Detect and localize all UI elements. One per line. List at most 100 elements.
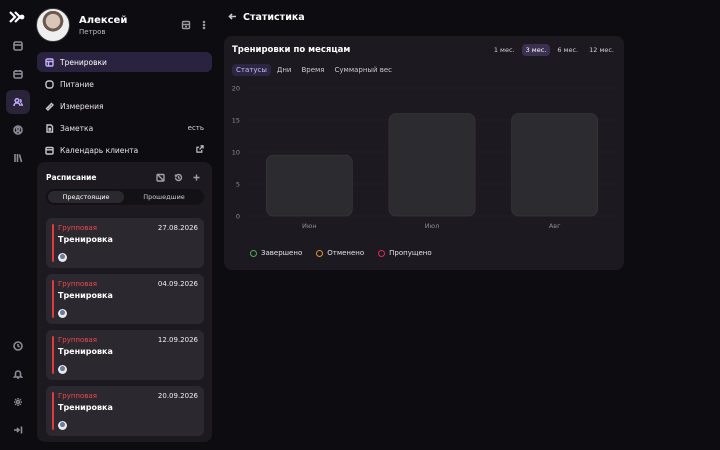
check-circle-icon xyxy=(250,249,257,257)
schedule-panel: Расписание Предстоящие Прошедшие Группов… xyxy=(37,162,212,442)
x-tick-label: Июн xyxy=(302,222,317,230)
y-tick-label: 5 xyxy=(236,181,240,189)
avatar xyxy=(58,365,67,374)
history-icon[interactable] xyxy=(174,173,183,182)
schedule-card[interactable]: Групповая Тренировка 20.09.2026 xyxy=(46,386,204,436)
period-1-month[interactable]: 1 мес. xyxy=(490,44,519,56)
client-menu: Тренировки Питание Измерения Заметка ест… xyxy=(37,52,212,162)
apple-icon xyxy=(45,79,54,89)
library-icon[interactable] xyxy=(6,146,30,170)
tab-past[interactable]: Прошедшие xyxy=(126,191,202,203)
ruler-icon xyxy=(45,102,54,111)
logout-icon[interactable] xyxy=(6,418,30,442)
dumbbell-icon xyxy=(45,57,54,67)
card-accent xyxy=(52,392,54,430)
minus-circle-icon xyxy=(316,249,324,257)
menu-item-client-calendar[interactable]: Календарь клиента xyxy=(37,140,212,160)
y-tick-label: 20 xyxy=(232,85,240,93)
card-type: Групповая xyxy=(58,224,97,232)
card-accent xyxy=(52,336,54,374)
schedule-card[interactable]: Групповая Тренировка 12.09.2026 xyxy=(46,330,204,380)
chart-legend: Завершено Отменено Пропущено xyxy=(250,249,432,257)
schedule-card[interactable]: Групповая Тренировка 27.08.2026 xyxy=(46,218,204,268)
avatar[interactable] xyxy=(36,8,70,42)
bar[interactable] xyxy=(388,113,476,217)
card-title: Тренировка xyxy=(58,403,113,412)
client-profile: Алексей Петров xyxy=(36,8,212,44)
card-date: 12.09.2026 xyxy=(157,336,198,344)
more-vertical-icon[interactable] xyxy=(199,20,209,30)
archive-icon[interactable] xyxy=(181,20,191,30)
card-type: Групповая xyxy=(58,336,97,344)
legend-label: Завершено xyxy=(261,249,303,257)
clients-icon[interactable] xyxy=(6,90,30,114)
x-tick-label: Июл xyxy=(425,222,440,230)
card-date: 20.09.2026 xyxy=(157,392,198,400)
calendar-off-icon[interactable] xyxy=(156,173,165,182)
note-icon xyxy=(45,123,54,133)
add-icon[interactable] xyxy=(192,173,201,182)
settings-icon[interactable] xyxy=(6,390,30,414)
icon-rail xyxy=(0,0,32,450)
monthly-trainings-chart: 0 5 10 15 20 Июн Июл Авг xyxy=(232,85,616,230)
stats-title: Тренировки по месяцам xyxy=(232,45,351,55)
y-tick-label: 15 xyxy=(232,117,240,125)
menu-item-nutrition[interactable]: Питание xyxy=(37,74,212,94)
x-circle-icon xyxy=(378,249,386,257)
period-selector: 1 мес. 3 мес. 6 мес. 12 мес. xyxy=(490,44,618,56)
back-arrow-icon[interactable] xyxy=(228,12,237,23)
calendar-icon[interactable] xyxy=(6,62,30,86)
menu-item-label: Измерения xyxy=(60,101,104,111)
schedule-card[interactable]: Групповая Тренировка 04.09.2026 xyxy=(46,274,204,324)
legend-completed[interactable]: Завершено xyxy=(250,249,302,257)
y-tick-label: 10 xyxy=(232,149,240,157)
tab-statuses[interactable]: Статусы xyxy=(232,64,271,76)
tab-time[interactable]: Время xyxy=(297,64,328,76)
legend-label: Пропущено xyxy=(389,249,432,257)
period-6-months[interactable]: 6 мес. xyxy=(553,44,582,56)
avatar xyxy=(58,253,67,262)
bar[interactable] xyxy=(265,154,353,217)
menu-item-trainings[interactable]: Тренировки xyxy=(37,52,212,72)
menu-item-measurements[interactable]: Измерения xyxy=(37,96,212,116)
legend-missed[interactable]: Пропущено xyxy=(378,249,432,257)
menu-item-label: Заметка xyxy=(60,123,94,133)
profile-icon[interactable] xyxy=(6,118,30,142)
card-date: 04.09.2026 xyxy=(157,280,198,288)
legend-cancelled[interactable]: Отменено xyxy=(316,249,364,257)
page-title: Статистика xyxy=(243,11,305,23)
menu-item-note[interactable]: Заметка есть xyxy=(37,118,212,138)
period-12-months[interactable]: 12 мес. xyxy=(585,44,618,56)
note-status: есть xyxy=(187,124,204,132)
bell-icon[interactable] xyxy=(6,362,30,386)
avatar xyxy=(58,421,67,430)
menu-item-label: Тренировки xyxy=(60,57,107,67)
client-surname: Петров xyxy=(79,28,106,36)
card-type: Групповая xyxy=(58,392,97,400)
schedule-tabs: Предстоящие Прошедшие xyxy=(46,189,204,205)
page-header: Статистика xyxy=(228,10,305,24)
card-title: Тренировка xyxy=(58,235,113,244)
card-accent xyxy=(52,280,54,318)
card-title: Тренировка xyxy=(58,347,113,356)
card-date: 27.08.2026 xyxy=(157,224,198,232)
tab-upcoming[interactable]: Предстоящие xyxy=(48,191,124,203)
tab-total-weight[interactable]: Суммарный вес xyxy=(331,64,396,76)
calendar-icon xyxy=(45,146,54,155)
stats-tabs: Статусы Дни Время Суммарный вес xyxy=(232,64,396,76)
tab-days[interactable]: Дни xyxy=(273,64,296,76)
bar[interactable] xyxy=(511,113,599,217)
card-accent xyxy=(52,224,54,262)
external-link-icon[interactable] xyxy=(196,145,204,155)
app-logo-icon[interactable] xyxy=(9,10,25,24)
x-tick-label: Авг xyxy=(549,222,561,230)
card-type: Групповая xyxy=(58,280,97,288)
stats-panel: Тренировки по месяцам 1 мес. 3 мес. 6 ме… xyxy=(224,36,624,270)
client-name: Алексей xyxy=(79,15,128,26)
menu-item-label: Питание xyxy=(60,79,94,89)
clock-icon[interactable] xyxy=(6,334,30,358)
card-title: Тренировка xyxy=(58,291,113,300)
dashboard-icon[interactable] xyxy=(6,34,30,58)
legend-label: Отменено xyxy=(327,249,365,257)
period-3-months[interactable]: 3 мес. xyxy=(521,44,551,56)
